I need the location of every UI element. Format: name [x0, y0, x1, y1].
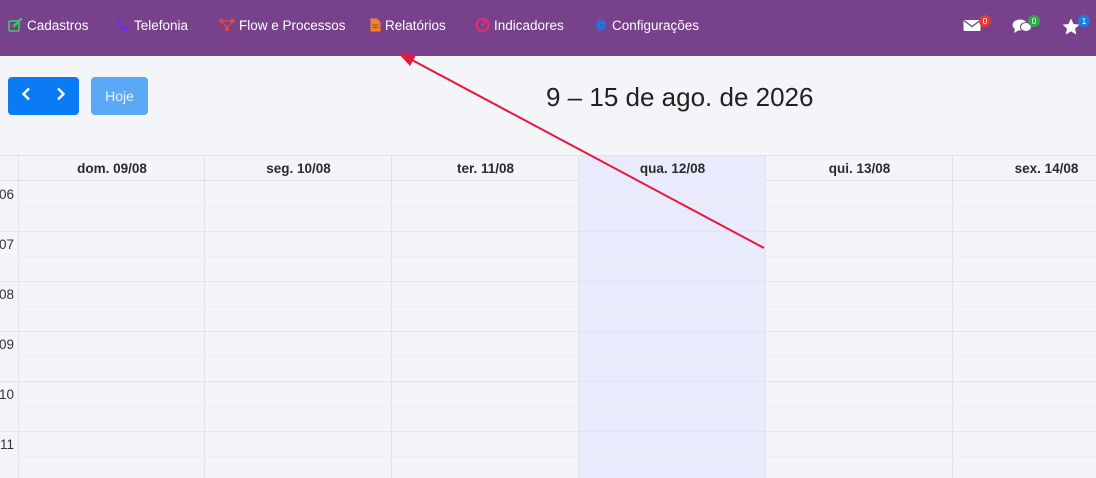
prev-week-button[interactable] [8, 77, 44, 115]
hour-line [0, 431, 1096, 432]
time-label: 09 [0, 337, 14, 352]
edit-icon [8, 18, 23, 32]
nav-indicadores[interactable]: Indicadores [475, 16, 564, 34]
messages-count-badge: 0 [979, 15, 991, 27]
top-navigation-bar: Cadastros Telefonia Flow e Processos Rel… [0, 0, 1096, 56]
flow-icon [219, 18, 235, 32]
nav-telefonia[interactable]: Telefonia [116, 16, 188, 34]
day-header[interactable]: qui. 13/08 [765, 156, 953, 181]
nav-cadastros[interactable]: Cadastros [8, 16, 89, 34]
nav-label: Indicadores [494, 17, 564, 33]
day-column[interactable] [18, 181, 205, 478]
nav-label: Relatórios [385, 17, 446, 33]
phone-icon [116, 18, 130, 32]
file-icon [370, 18, 381, 32]
next-week-button[interactable] [44, 77, 80, 115]
time-label: 10 [0, 387, 14, 402]
half-hour-line [18, 456, 1096, 457]
hour-line [0, 331, 1096, 332]
half-hour-line [18, 406, 1096, 407]
day-header[interactable]: dom. 09/08 [18, 156, 205, 181]
calendar-nav-group [8, 77, 79, 115]
nav-flow-processos[interactable]: Flow e Processos [219, 16, 346, 34]
gauge-icon [475, 18, 490, 32]
half-hour-line [18, 256, 1096, 257]
nav-label: Flow e Processos [239, 17, 346, 33]
favorites-button[interactable]: 1 [1062, 15, 1090, 36]
day-column[interactable] [765, 181, 953, 478]
gear-icon [594, 18, 608, 32]
nav-relatorios[interactable]: Relatórios [370, 16, 446, 34]
calendar-title: 9 – 15 de ago. de 2026 [546, 82, 814, 112]
time-label: 07 [0, 237, 14, 252]
week-grid: dom. 09/08 seg. 10/08 ter. 11/08 qua. 12… [0, 155, 1096, 478]
messages-button[interactable]: 0 [963, 15, 991, 36]
time-label: 11 [0, 437, 14, 452]
day-header[interactable]: sex. 14/08 [952, 156, 1096, 181]
hour-line [0, 381, 1096, 382]
day-column[interactable] [204, 181, 392, 478]
day-column-today[interactable] [578, 181, 766, 478]
day-column[interactable] [391, 181, 579, 478]
day-header[interactable]: ter. 11/08 [391, 156, 579, 181]
today-button[interactable]: Hoje [91, 77, 148, 115]
day-header-today[interactable]: qua. 12/08 [578, 156, 766, 181]
chat-button[interactable]: 0 [1012, 15, 1040, 36]
nav-label: Telefonia [134, 17, 189, 33]
day-column[interactable] [952, 181, 1096, 478]
half-hour-line [18, 356, 1096, 357]
chevron-right-icon [56, 87, 66, 106]
hour-line [0, 281, 1096, 282]
day-header-row: dom. 09/08 seg. 10/08 ter. 11/08 qua. 12… [0, 155, 1096, 181]
hour-line [0, 231, 1096, 232]
favorites-count-badge: 1 [1078, 15, 1090, 27]
nav-configuracoes[interactable]: Configurações [594, 16, 699, 34]
half-hour-line [18, 206, 1096, 207]
nav-label: Cadastros [27, 17, 89, 33]
time-label: 08 [0, 287, 14, 302]
nav-label: Configurações [612, 17, 700, 33]
chat-count-badge: 0 [1028, 15, 1040, 27]
chevron-left-icon [21, 87, 31, 106]
day-header[interactable]: seg. 10/08 [204, 156, 392, 181]
time-label: 06 [0, 187, 14, 202]
half-hour-line [18, 306, 1096, 307]
